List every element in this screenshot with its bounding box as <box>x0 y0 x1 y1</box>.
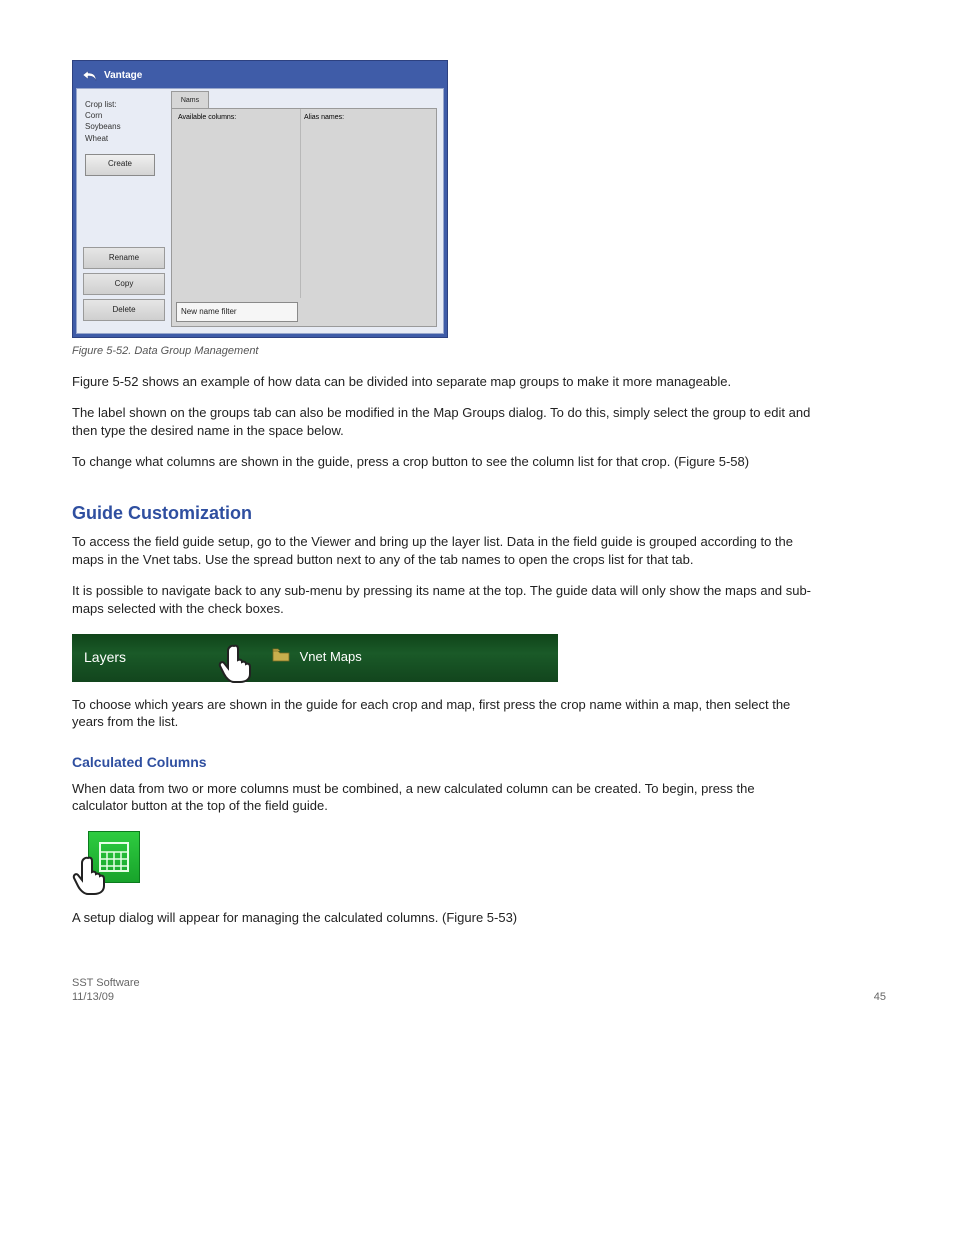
paragraph: It is possible to navigate back to any s… <box>72 582 812 617</box>
column-divider <box>300 109 301 298</box>
alias-names-label: Alias names: <box>304 113 344 122</box>
section-heading: Guide Customization <box>72 501 906 525</box>
data-group-dialog: Vantage Crop list: Corn Soybeans Wheat C… <box>72 60 448 338</box>
dialog-titlebar: Vantage <box>76 64 444 88</box>
dialog-body: Crop list: Corn Soybeans Wheat Create Re… <box>76 88 444 334</box>
figure-caption: Figure 5-52. Data Group Management <box>72 344 906 359</box>
rename-button[interactable]: Rename <box>83 247 165 269</box>
sidebar: Crop list: Corn Soybeans Wheat Create Re… <box>81 93 167 329</box>
paragraph: To change what columns are shown in the … <box>72 453 812 471</box>
sidebar-item[interactable]: Corn <box>85 110 163 121</box>
footer-page-number: 45 <box>874 990 886 1005</box>
footer-company: SST Software <box>72 976 140 990</box>
paragraph: When data from two or more columns must … <box>72 780 812 815</box>
folder-icon <box>272 648 290 667</box>
calculator-button-figure <box>76 831 140 895</box>
sidebar-item[interactable]: Soybeans <box>85 121 163 132</box>
paragraph: Figure 5-52 shows an example of how data… <box>72 373 812 391</box>
sidebar-item[interactable]: Wheat <box>85 133 163 144</box>
dialog-title: Vantage <box>104 69 142 83</box>
layers-greenbar[interactable]: Layers Vnet Maps <box>72 634 558 682</box>
page-footer: SST Software 11/13/09 45 <box>72 976 906 1005</box>
create-button[interactable]: Create <box>85 154 155 176</box>
workarea: Available columns: Alias names: New name… <box>171 108 437 327</box>
new-name-filter-input[interactable]: New name filter <box>176 302 298 322</box>
undo-icon[interactable] <box>82 68 98 84</box>
sidebar-crop-list: Crop list: Corn Soybeans Wheat <box>81 93 167 148</box>
pointing-hand-icon <box>216 642 256 689</box>
layers-label: Layers <box>72 648 126 667</box>
subsection-heading: Calculated Columns <box>72 753 906 772</box>
delete-button[interactable]: Delete <box>83 299 165 321</box>
pointing-hand-icon <box>70 854 110 901</box>
tab[interactable]: Nams <box>171 91 209 109</box>
copy-button[interactable]: Copy <box>83 273 165 295</box>
sidebar-header: Crop list: <box>85 99 163 110</box>
paragraph: To access the field guide setup, go to t… <box>72 533 812 568</box>
paragraph: A setup dialog will appear for managing … <box>72 909 812 927</box>
paragraph: To choose which years are shown in the g… <box>72 696 812 731</box>
folder-label: Vnet Maps <box>272 648 362 667</box>
paragraph: The label shown on the groups tab can al… <box>72 404 812 439</box>
footer-date: 11/13/09 <box>72 990 140 1004</box>
available-columns-label: Available columns: <box>178 113 236 122</box>
